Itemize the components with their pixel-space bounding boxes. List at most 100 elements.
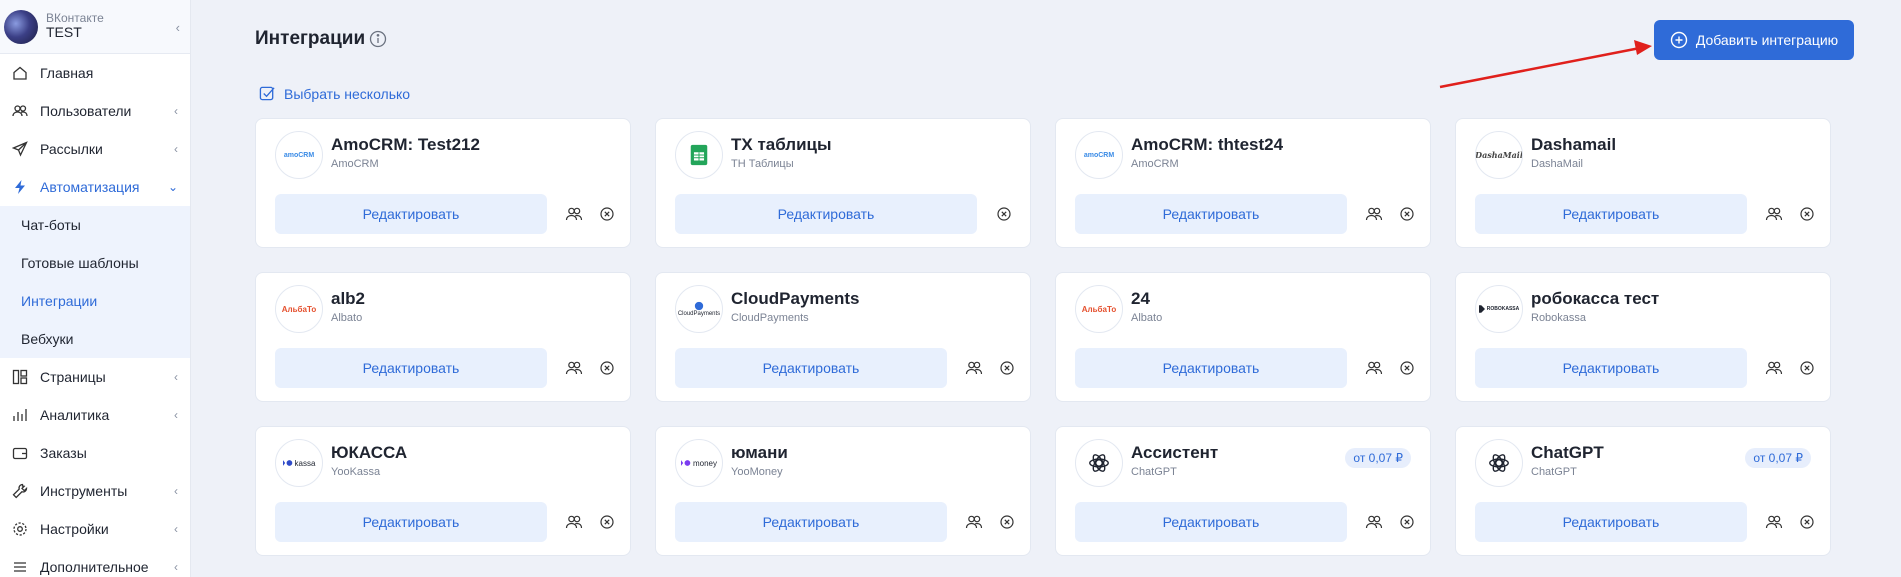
integration-provider: YooMoney	[731, 466, 783, 478]
sidebar-item-tools[interactable]: Инструменты ‹	[0, 472, 190, 510]
integration-provider: ChatGPT	[1531, 466, 1577, 478]
sidebar-subitem-webhooks[interactable]: Вебхуки	[0, 320, 190, 358]
users-icon[interactable]	[1765, 359, 1783, 377]
close-circle-icon[interactable]	[1398, 513, 1416, 531]
edit-button[interactable]: Редактировать	[675, 348, 947, 388]
price-badge: от 0,07 ₽	[1745, 448, 1811, 468]
sidebar-item-label: Страницы	[40, 369, 106, 385]
chevron-left-icon: ‹	[174, 104, 178, 118]
edit-button[interactable]: Редактировать	[1075, 348, 1347, 388]
integration-card: kassa ЮКАССА YooKassa Редактировать	[255, 426, 631, 556]
integration-title: робокасса тест	[1531, 289, 1660, 308]
info-icon[interactable]	[369, 30, 387, 48]
integration-title: Ассистент	[1131, 443, 1219, 462]
integration-title: CloudPayments	[731, 289, 860, 308]
close-circle-icon[interactable]	[598, 513, 616, 531]
close-circle-icon[interactable]	[1398, 359, 1416, 377]
openai-logo	[1075, 439, 1123, 487]
home-icon	[12, 65, 28, 81]
chevron-left-icon[interactable]: ‹	[176, 20, 180, 35]
price-badge: от 0,07 ₽	[1345, 448, 1411, 468]
wrench-icon	[12, 483, 28, 499]
users-icon[interactable]	[565, 513, 583, 531]
integration-title: ChatGPT	[1531, 443, 1604, 462]
close-circle-icon[interactable]	[1798, 205, 1816, 223]
account-switcher[interactable]: ВКонтакте TEST ‹	[0, 0, 190, 54]
integration-card: CloudPayments CloudPayments CloudPayment…	[655, 272, 1031, 402]
sidebar-item-mailings[interactable]: Рассылки ‹	[0, 130, 190, 168]
edit-button[interactable]: Редактировать	[1475, 502, 1747, 542]
integration-provider: AmoCRM	[1131, 158, 1179, 170]
integration-provider: ChatGPT	[1131, 466, 1177, 478]
dashamail-logo: DashaMail	[1475, 131, 1523, 179]
sidebar-item-home[interactable]: Главная	[0, 54, 190, 92]
users-icon[interactable]	[1365, 513, 1383, 531]
integration-card: ChatGPT ChatGPT от 0,07 ₽ Редактировать	[1455, 426, 1831, 556]
sidebar-item-settings[interactable]: Настройки ‹	[0, 510, 190, 548]
edit-button[interactable]: Редактировать	[1475, 194, 1747, 234]
integration-provider: Albato	[1131, 312, 1163, 324]
users-icon[interactable]	[965, 513, 983, 531]
sidebar-item-label: Пользователи	[40, 103, 132, 119]
sidebar-item-pages[interactable]: Страницы ‹	[0, 358, 190, 396]
sidebar-subitem-templates[interactable]: Готовые шаблоны	[0, 244, 190, 282]
account-name: TEST	[46, 24, 82, 41]
cloudpayments-logo: CloudPayments	[675, 285, 723, 333]
layout-icon	[12, 369, 28, 385]
select-multiple-toggle[interactable]: Выбрать несколько	[259, 85, 410, 102]
send-icon	[12, 141, 28, 157]
sidebar-item-label: Главная	[40, 65, 94, 81]
integration-title: TX таблицы	[731, 135, 832, 154]
integration-card: amoCRM AmoCRM: Test212 AmoCRM Редактиров…	[255, 118, 631, 248]
close-circle-icon[interactable]	[1798, 359, 1816, 377]
robokassa-logo: ROBOKASSA	[1475, 285, 1523, 333]
users-icon[interactable]	[1365, 205, 1383, 223]
edit-button[interactable]: Редактировать	[1075, 194, 1347, 234]
close-circle-icon[interactable]	[998, 359, 1016, 377]
close-circle-icon[interactable]	[598, 359, 616, 377]
users-icon[interactable]	[565, 359, 583, 377]
close-circle-icon[interactable]	[1798, 513, 1816, 531]
close-circle-icon[interactable]	[1398, 205, 1416, 223]
edit-button[interactable]: Редактировать	[275, 502, 547, 542]
users-icon[interactable]	[1365, 359, 1383, 377]
close-circle-icon[interactable]	[995, 205, 1013, 223]
integration-provider: DashaMail	[1531, 158, 1583, 170]
sidebar-subitem-chatbots[interactable]: Чат-боты	[0, 206, 190, 244]
sidebar: ВКонтакте TEST ‹ Главная Пользователи ‹ …	[0, 0, 191, 577]
users-icon[interactable]	[965, 359, 983, 377]
close-circle-icon[interactable]	[998, 513, 1016, 531]
sidebar-item-label: Рассылки	[40, 141, 103, 157]
chevron-left-icon: ‹	[174, 484, 178, 498]
edit-button[interactable]: Редактировать	[275, 194, 547, 234]
edit-button[interactable]: Редактировать	[1075, 502, 1347, 542]
edit-button[interactable]: Редактировать	[675, 194, 977, 234]
sidebar-item-more[interactable]: Дополнительное ‹	[0, 548, 190, 577]
sidebar-item-users[interactable]: Пользователи ‹	[0, 92, 190, 130]
add-integration-button[interactable]: Добавить интеграцию	[1654, 20, 1854, 60]
chevron-left-icon: ‹	[174, 522, 178, 536]
yoomoney-logo: money	[675, 439, 723, 487]
edit-button[interactable]: Редактировать	[275, 348, 547, 388]
amocrm-logo: amoCRM	[275, 131, 323, 179]
users-icon[interactable]	[1765, 205, 1783, 223]
sidebar-item-orders[interactable]: Заказы	[0, 434, 190, 472]
amocrm-logo: amoCRM	[1075, 131, 1123, 179]
close-circle-icon[interactable]	[598, 205, 616, 223]
wallet-icon	[12, 445, 28, 461]
sidebar-item-analytics[interactable]: Аналитика ‹	[0, 396, 190, 434]
sidebar-item-automation[interactable]: Автоматизация ⌄	[0, 168, 190, 206]
edit-button[interactable]: Редактировать	[1475, 348, 1747, 388]
integration-title: AmoCRM: thtest24	[1131, 135, 1284, 154]
sidebar-item-label: Настройки	[40, 521, 109, 537]
edit-button[interactable]: Редактировать	[675, 502, 947, 542]
integration-card: АльбаТо 24 Albato Редактировать	[1055, 272, 1431, 402]
sidebar-subitem-integrations[interactable]: Интеграции	[0, 282, 190, 320]
users-icon[interactable]	[1765, 513, 1783, 531]
sidebar-item-label: Дополнительное	[40, 559, 149, 575]
users-icon[interactable]	[565, 205, 583, 223]
integration-provider: Robokassa	[1531, 312, 1587, 324]
page-title: Интеграции	[255, 28, 366, 49]
integration-card: АльбаТо alb2 Albato Редактировать	[255, 272, 631, 402]
sidebar-item-label: Аналитика	[40, 407, 110, 423]
